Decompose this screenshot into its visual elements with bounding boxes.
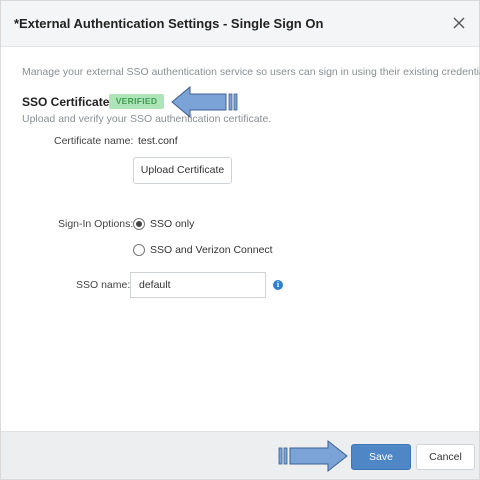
annotation-arrow-icon [278,439,348,473]
sso-name-input[interactable] [130,272,266,298]
upload-certificate-button[interactable]: Upload Certificate [133,157,232,184]
cancel-button[interactable]: Cancel [416,444,475,470]
dialog-title: *External Authentication Settings - Sing… [14,16,324,31]
sso-settings-dialog: *External Authentication Settings - Sing… [0,0,480,480]
certificate-name-value: test.conf [138,135,178,147]
sso-only-radio[interactable] [133,218,145,230]
save-button[interactable]: Save [351,444,411,470]
info-icon[interactable]: i [273,280,283,290]
verified-status-badge: VERIFIED [109,94,164,109]
sso-name-label: SSO name: [76,279,131,291]
dialog-header: *External Authentication Settings - Sing… [1,1,479,47]
dialog-description: Manage your external SSO authentication … [22,66,480,78]
sso-certificate-heading: SSO Certificate [22,95,110,109]
sso-only-label[interactable]: SSO only [150,218,194,230]
close-icon[interactable] [450,14,468,32]
sso-and-verizon-connect-radio[interactable] [133,244,145,256]
certificate-name-label: Certificate name: [54,135,134,147]
annotation-arrow-icon [171,85,238,119]
sso-and-verizon-connect-label[interactable]: SSO and Verizon Connect [150,244,273,256]
sign-in-options-label: Sign-In Options: [58,218,134,230]
